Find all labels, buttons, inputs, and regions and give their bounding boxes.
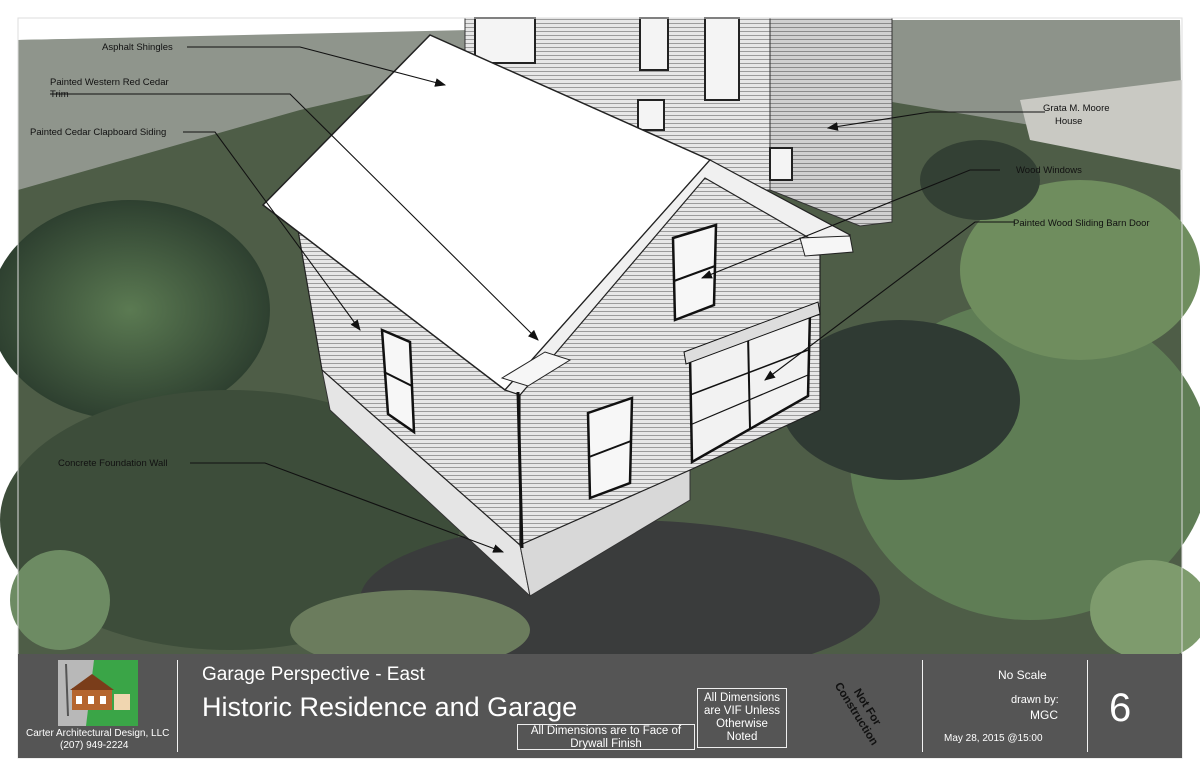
project-title: Historic Residence and Garage — [202, 692, 578, 722]
callout-moore-house: Grata M. Moore — [1043, 103, 1110, 114]
vif-note-line4: Noted — [726, 731, 758, 743]
title-block: Carter Architectural Design, LLC (207) 9… — [18, 654, 1182, 758]
callout-clapboard-siding: Painted Cedar Clapboard Siding — [30, 127, 166, 138]
drywall-note-line2: Drywall Finish — [570, 738, 642, 750]
divider-1 — [177, 660, 178, 752]
callout-red-cedar-trim: Painted Western Red Cedar — [50, 77, 169, 88]
sheet-subtitle: Garage Perspective - East — [202, 664, 425, 685]
callout-barn-door: Painted Wood Sliding Barn Door — [1013, 218, 1150, 229]
not-for-construction-stamp: Not For Construction — [826, 666, 896, 756]
callout-moore-house-2: House — [1055, 116, 1082, 127]
drawn-by-value: MGC — [1030, 708, 1058, 722]
drawn-by-label: drawn by: — [1011, 694, 1059, 706]
callout-wood-windows: Wood Windows — [1016, 165, 1082, 176]
divider-3 — [1087, 660, 1088, 752]
vif-note-line2: are VIF Unless — [703, 705, 781, 717]
drawing-date: May 28, 2015 @15:00 — [944, 733, 1043, 744]
scale-label: No Scale — [998, 668, 1047, 682]
vif-note: All Dimensions are VIF Unless Otherwise … — [697, 688, 787, 748]
drywall-note: All Dimensions are to Face of Drywall Fi… — [517, 724, 695, 750]
callout-red-cedar-trim-2: Trim — [50, 89, 69, 100]
vif-note-line1: All Dimensions — [703, 692, 781, 704]
divider-2 — [922, 660, 923, 752]
callout-foundation-wall: Concrete Foundation Wall — [58, 458, 167, 469]
company-phone: (207) 949-2224 — [60, 740, 129, 751]
drywall-note-line1: All Dimensions are to Face of — [530, 725, 682, 737]
callout-asphalt-shingles: Asphalt Shingles — [102, 42, 173, 53]
company-name: Carter Architectural Design, LLC — [26, 728, 170, 739]
company-logo — [58, 660, 138, 726]
vif-note-line3: Otherwise — [716, 718, 768, 730]
sheet-number: 6 — [1109, 686, 1132, 730]
